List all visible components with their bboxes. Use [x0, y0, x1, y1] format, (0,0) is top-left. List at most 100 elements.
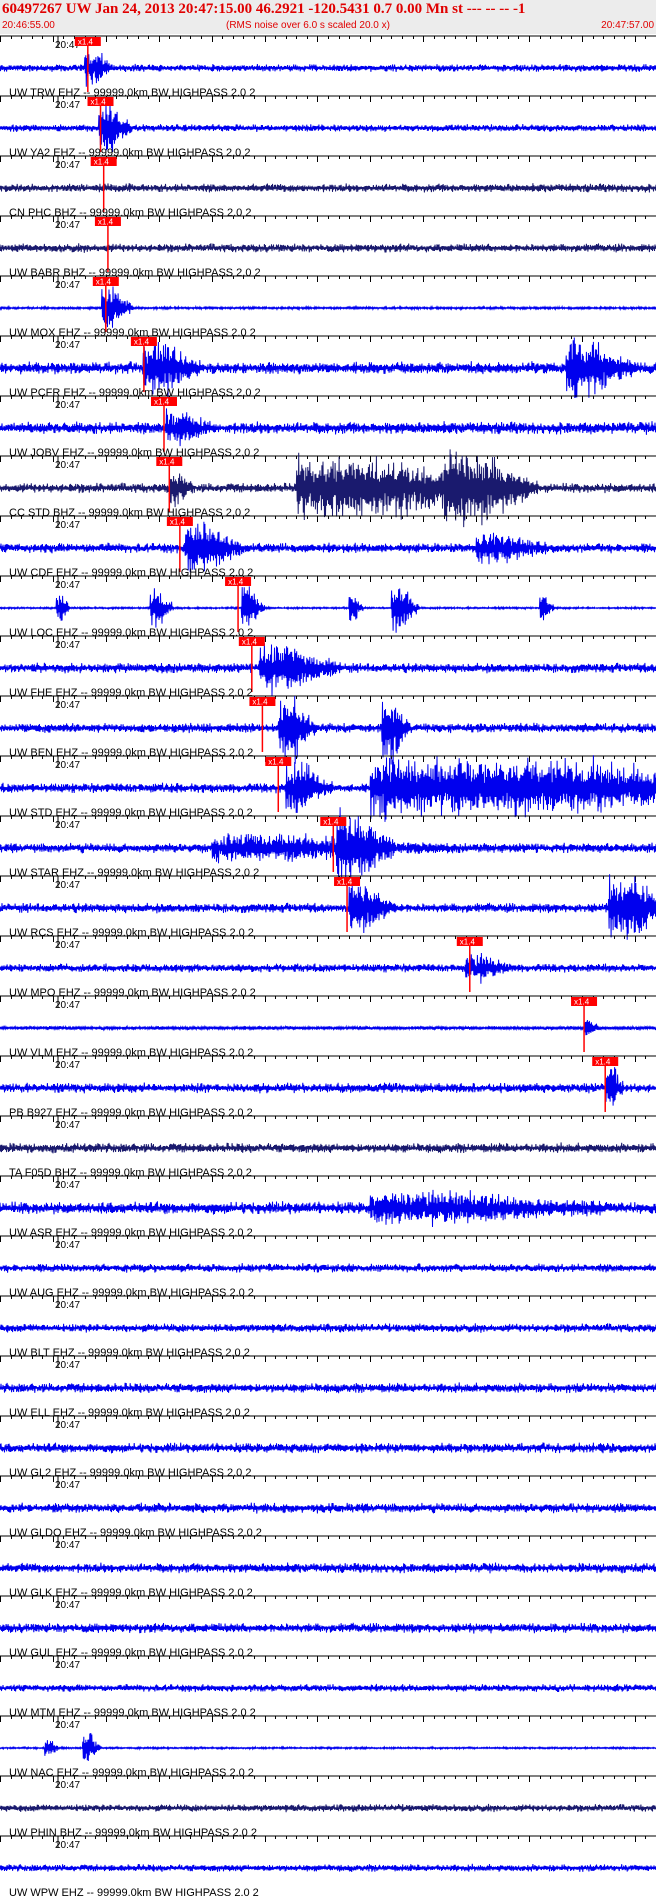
rms-note: (RMS noise over 6.0 s scaled 20.0 x): [226, 20, 390, 31]
waveform: [0, 100, 656, 153]
waveform: [0, 51, 656, 87]
waveform: [0, 1863, 656, 1872]
waveform: [0, 1502, 656, 1514]
minute-label: 20:47: [55, 1060, 80, 1071]
minute-label: 20:47: [55, 1840, 80, 1851]
minute-label: 20:47: [55, 220, 80, 231]
station-label: CN PHC BHZ -- 99999.0km BW HIGHPASS 2.0 …: [9, 207, 251, 219]
waveform: [0, 1442, 656, 1454]
minute-label: 20:47: [55, 1540, 80, 1551]
trace-row: 20:47 x1.4 UW CDF EHZ -- 99999.0km BW HIGH…: [0, 515, 656, 579]
waveform: [0, 183, 656, 193]
station-label: UW BLT EHZ -- 99999.0km BW HIGHPASS 2.0 …: [9, 1347, 250, 1359]
minute-label: 20:47: [55, 280, 80, 291]
trace-row: 20:47 x1.4 UW RCS EHZ -- 99999.0km BW HIGH…: [0, 874, 656, 940]
trace-row: 20:47 UW GLK EHZ -- 99999.0km BW HIGHPASS…: [0, 1535, 656, 1599]
station-label: UW GLK EHZ -- 99999.0km BW HIGHPASS 2.0 …: [9, 1587, 253, 1599]
waveform: [0, 1323, 656, 1333]
waveform: [0, 586, 656, 633]
station-label: UW GLDO EHZ -- 99999.0km BW HIGHPASS 2.0…: [9, 1527, 262, 1539]
trace-row: 20:47 UW MTM EHZ -- 99999.0km BW HIGHPASS…: [0, 1655, 656, 1719]
station-label: UW LOC EHZ -- 99999.0km BW HIGHPASS 2.0 …: [9, 627, 253, 639]
trace-row: 20:47 x1.4 UW STD EHZ -- 99999.0km BW HIGH…: [0, 755, 656, 822]
waveform: [0, 521, 656, 573]
pick-label: x1.4: [78, 38, 94, 47]
waveform: [0, 1732, 656, 1762]
waveform: [0, 408, 656, 447]
trace-row: 20:47 x1.4 UW JOBV EHZ -- 99999.0km BW HIG…: [0, 395, 656, 459]
minute-label: 20:47: [55, 1240, 80, 1251]
minute-label: 20:47: [55, 1780, 80, 1791]
station-label: UW FHE EHZ -- 99999.0km BW HIGHPASS 2.0 …: [9, 687, 253, 699]
station-label: UW PHIN BHZ -- 99999.0km BW HIGHPASS 2.0…: [9, 1827, 257, 1839]
waveform: [0, 1142, 656, 1154]
pick-label: x1.4: [96, 278, 112, 287]
minute-label: 20:47: [55, 1360, 80, 1371]
minute-label: 20:47: [55, 340, 80, 351]
header-bar: 60497267 UW Jan 24, 2013 20:47:15.00 46.…: [0, 0, 656, 34]
station-label: UW TRW EHZ -- 99999.0km BW HIGHPASS 2.0 …: [9, 87, 255, 99]
minute-label: 20:47: [55, 520, 80, 531]
waveform: [0, 1622, 656, 1634]
station-label: UW BEN EHZ -- 99999.0km BW HIGHPASS 2.0 …: [9, 747, 253, 759]
station-label: UW MPO EHZ -- 99999.0km BW HIGHPASS 2.0 …: [9, 987, 256, 999]
minute-label: 20:47: [55, 100, 80, 111]
start-time: 20:46:55.00: [2, 20, 55, 31]
end-time: 20:47:57.00: [601, 20, 654, 31]
trace-row: 20:47 x1.4 UW FHE EHZ -- 99999.0km BW HIGH…: [0, 635, 656, 699]
trace-row: 20:47 x1.4 PB B927 EHZ -- 99999.0km BW HIG…: [0, 1055, 656, 1119]
station-label: UW VLM EHZ -- 99999.0km BW HIGHPASS 2.0 …: [9, 1047, 253, 1059]
station-label: UW MTM EHZ -- 99999.0km BW HIGHPASS 2.0 …: [9, 1707, 256, 1719]
trace-row: 20:47 x1.4 UW MPO EHZ -- 99999.0km BW HIGH…: [0, 935, 656, 999]
trace-row: 20:47 UW PHIN BHZ -- 99999.0km BW HIGHPAS…: [0, 1775, 656, 1839]
pick-label: x1.4: [252, 698, 268, 707]
event-title: 60497267 UW Jan 24, 2013 20:47:15.00 46.…: [2, 1, 526, 17]
minute-label: 20:47: [55, 1000, 80, 1011]
pick-label: x1.4: [268, 758, 284, 767]
station-label: CC STD BHZ -- 99999.0km BW HIGHPASS 2.0 …: [9, 507, 250, 519]
minute-label: 20:47: [55, 640, 80, 651]
minute-label: 20:47: [55, 1180, 80, 1191]
trace-row: 20:47 UW NAC EHZ -- 99999.0km BW HIGHPASS…: [0, 1715, 656, 1779]
minute-label: 20:47: [55, 1720, 80, 1731]
trace-row: 20:47 x1.4UW MOX EHZ -- 99999.0km BW HIGH…: [0, 275, 656, 339]
pick-label: x1.4: [154, 398, 170, 407]
station-label: UW CDF EHZ -- 99999.0km BW HIGHPASS 2.0 …: [9, 567, 253, 579]
minute-label: 20:47: [55, 760, 80, 771]
pick-label: x1.4: [595, 1058, 611, 1067]
minute-label: 20:47: [55, 460, 80, 471]
pick-label: x1.4: [337, 878, 353, 887]
station-label: UW NAC EHZ -- 99999.0km BW HIGHPASS 2.0 …: [9, 1767, 254, 1779]
trace-row: 20:47 UW GL2 EHZ -- 99999.0km BW HIGHPASS…: [0, 1415, 656, 1479]
trace-row: 20:47 x1.4 UW VLM EHZ -- 99999.0km BW HIGH…: [0, 995, 656, 1059]
trace-row: 20:47 UW ASR EHZ -- 99999.0km BW HIGHPASS…: [0, 1175, 656, 1239]
trace-row: 20:47 UW AUG EHZ -- 99999.0km BW HIGHPASS…: [0, 1235, 656, 1299]
station-label: UW ASR EHZ -- 99999.0km BW HIGHPASS 2.0 …: [9, 1227, 253, 1239]
minute-label: 20:47: [55, 1600, 80, 1611]
minute-label: 20:47: [55, 1300, 80, 1311]
minute-label: 20:47: [55, 1120, 80, 1131]
trace-row: 20:47 x1.4 CN PHC BHZ -- 99999.0km BW HIGH…: [0, 155, 656, 219]
pick-label: x1.4: [170, 518, 186, 527]
minute-label: 20:47: [55, 160, 80, 171]
pick-label: x1.4: [242, 638, 258, 647]
trace-row: 20:47x1.4UW TRW EHZ -- 99999.0km BW HIGH…: [0, 35, 656, 99]
trace-row: 20:47 x1.4 UW YA2 EHZ -- 99999.0km BW HIGH…: [0, 95, 656, 159]
pick-label: x1.4: [574, 998, 590, 1007]
pick-label: x1.4: [98, 218, 114, 227]
trace-row: 20:47 x1.4UW PCFR EHZ -- 99999.0km BW HIG…: [0, 335, 656, 400]
station-label: UW ELL EHZ -- 99999.0km BW HIGHPASS 2.0 …: [9, 1407, 250, 1419]
minute-label: 20:47: [55, 400, 80, 411]
minute-label: 20:47: [55, 700, 80, 711]
trace-row: 20:47 x1.4UW BABR BHZ -- 99999.0km BW HIG…: [0, 215, 656, 279]
waveform: [0, 1189, 656, 1228]
pick-label: x1.4: [159, 458, 175, 467]
trace-row: 20:47 TA F05D BHZ -- 99999.0km BW HIGHPAS…: [0, 1115, 656, 1179]
trace-row: 20:47 x1.4CC STD BHZ -- 99999.0km BW HIGH…: [0, 449, 656, 528]
trace-row: 20:47 x1.4 UW LOC EHZ -- 99999.0km BW HIGH…: [0, 575, 656, 639]
waveform: [0, 1263, 656, 1273]
station-label: UW GL2 EHZ -- 99999.0km BW HIGHPASS 2.0 …: [9, 1467, 251, 1479]
waveform: [0, 286, 656, 328]
minute-label: 20:47: [55, 1480, 80, 1491]
pick-label: x1.4: [91, 98, 107, 107]
